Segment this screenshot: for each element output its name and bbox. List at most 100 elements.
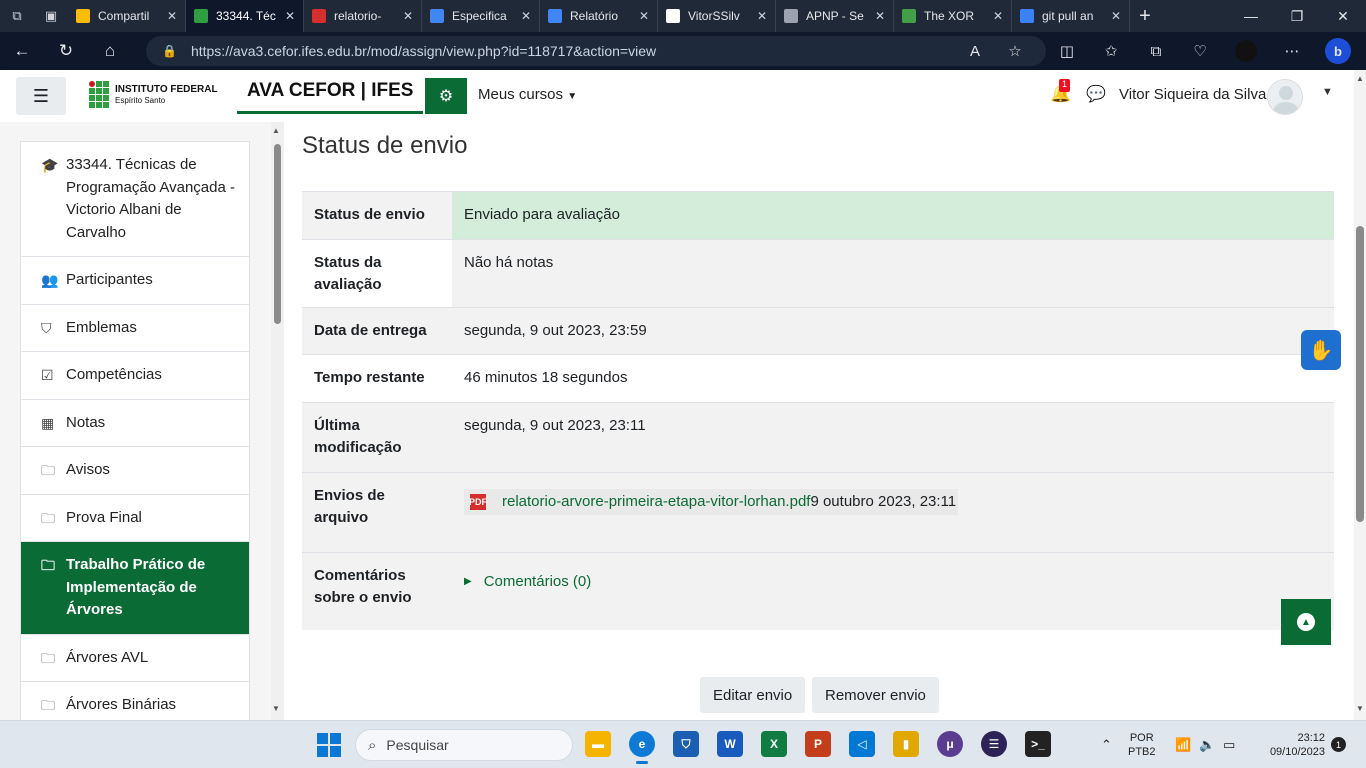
institution-logo[interactable]: INSTITUTO FEDERAL Espírito Santo (89, 81, 218, 108)
minimize-icon[interactable]: — (1228, 0, 1274, 32)
tab-close-icon[interactable]: ✕ (875, 9, 885, 23)
mu-editor-icon[interactable]: μ (937, 731, 963, 757)
tab-close-icon[interactable]: ✕ (285, 9, 295, 23)
browser-tab[interactable]: Relatório ✕ (540, 0, 658, 32)
language-indicator[interactable]: POR PTB2 (1128, 731, 1156, 759)
refresh-icon[interactable]: ↻ (44, 32, 88, 70)
performance-icon[interactable]: ♡ (1180, 32, 1220, 70)
user-menu-caret-icon[interactable]: ▼ (1322, 86, 1333, 98)
tab-close-icon[interactable]: ✕ (403, 9, 413, 23)
accessibility-sign-language-icon[interactable]: ✋ (1301, 330, 1341, 370)
back-to-top-button[interactable]: ▲ (1281, 599, 1331, 645)
volume-icon[interactable]: 🔈 (1199, 737, 1215, 753)
defender-shield-icon[interactable]: ⛉ (673, 731, 699, 757)
graduation-cap-icon: 🎓 (41, 157, 59, 173)
vscode-icon[interactable]: ◁ (849, 731, 875, 757)
pdf-file-icon: PDF (469, 493, 487, 510)
browser-tab[interactable]: VitorSSilv ✕ (658, 0, 776, 32)
close-window-icon[interactable]: ✕ (1320, 0, 1366, 32)
remove-submission-button[interactable]: Remover envio (812, 677, 939, 713)
file-download-link[interactable]: relatorio-arvore-primeira-etapa-vitor-lo… (502, 491, 810, 514)
sidebar-item[interactable]: 🗀 Árvores Binárias (21, 682, 249, 720)
shield-icon: ⛉ (41, 319, 52, 336)
sidebar-item[interactable]: ▦ Notas (21, 400, 249, 447)
messages-icon[interactable]: 💬 (1086, 84, 1106, 104)
powerbi-icon[interactable]: ▮ (893, 731, 919, 757)
windows-start-icon[interactable] (317, 733, 341, 757)
more-menu-icon[interactable]: ⋯ (1272, 32, 1312, 70)
split-screen-icon[interactable]: ◫ (1047, 32, 1087, 70)
clock[interactable]: 23:12 09/10/2023 (1255, 731, 1325, 759)
tab-close-icon[interactable]: ✕ (993, 9, 1003, 23)
tab-close-icon[interactable]: ✕ (1111, 9, 1121, 23)
arrow-up-icon: ▲ (1297, 613, 1315, 631)
drawer-toggle-button[interactable]: ☰ (16, 77, 66, 115)
avatar[interactable] (1267, 79, 1303, 115)
comments-cell: ▶ Comentários (0) (452, 552, 1334, 630)
browser-tab[interactable]: The XOR ✕ (894, 0, 1012, 32)
sidebar-item[interactable]: 👥 Participantes (21, 257, 249, 305)
powerpoint-icon[interactable]: P (805, 731, 831, 757)
favorite-star-icon[interactable]: ☆ (995, 32, 1035, 70)
sidebar-item-label: Participantes (66, 271, 153, 288)
edge-browser-icon[interactable]: e (629, 731, 655, 764)
browser-tab[interactable]: Compartil ✕ (68, 0, 186, 32)
wifi-icon[interactable]: 📶 (1175, 737, 1191, 753)
tab-favicon-icon (194, 9, 208, 23)
battery-icon[interactable]: ▭ (1223, 737, 1235, 753)
user-name[interactable]: Vitor Siqueira da Silva (1119, 86, 1266, 103)
row-label: Status de envio (314, 206, 425, 223)
file-explorer-icon[interactable]: ▬ (585, 731, 611, 757)
sidebar-item[interactable]: 🎓 33344. Técnicas de Programação Avançada… (21, 142, 249, 257)
bing-copilot-icon[interactable]: b (1318, 32, 1358, 70)
sidebar-item[interactable]: 🗀 Avisos (21, 447, 249, 495)
browser-tab[interactable]: APNP - Se ✕ (776, 0, 894, 32)
workspaces-icon[interactable]: ⧉ (0, 0, 34, 32)
table-row: Última modificação segunda, 9 out 2023, … (302, 402, 1334, 472)
due-date-value: segunda, 9 out 2023, 23:59 (464, 321, 647, 339)
edit-submission-button[interactable]: Editar envio (700, 677, 806, 713)
drawer-scrollbar[interactable]: ▲ ▼ (271, 122, 284, 720)
sidebar-item[interactable]: 🗀 Árvores AVL (21, 635, 249, 682)
page-scrollbar[interactable]: ▲ ▼ (1354, 70, 1366, 720)
terminal-icon[interactable]: >_ (1025, 731, 1051, 757)
browser-tab[interactable]: git pull an ✕ (1012, 0, 1130, 32)
sidebar-item[interactable]: ☑ Competências (21, 352, 249, 400)
favorites-icon[interactable]: ✩ (1091, 32, 1131, 70)
tab-close-icon[interactable]: ✕ (639, 9, 649, 23)
tab-close-icon[interactable]: ✕ (167, 9, 177, 23)
notification-center-badge[interactable]: 1 (1331, 737, 1346, 752)
show-hidden-icons-chevron-icon[interactable]: ⌃ (1101, 737, 1112, 753)
my-courses-dropdown[interactable]: Meus cursos ▼ (478, 86, 577, 103)
new-tab-button[interactable]: + (1130, 5, 1160, 28)
browser-tab[interactable]: Especifica ✕ (422, 0, 540, 32)
tab-close-icon[interactable]: ✕ (521, 9, 531, 23)
back-icon[interactable]: ← (0, 32, 44, 70)
browser-tab[interactable]: 33344. Téc ✕ (186, 0, 304, 32)
profile-icon[interactable] (1226, 32, 1266, 70)
home-icon[interactable]: ⌂ (88, 32, 132, 70)
taskbar-search-input[interactable]: ⌕ Pesquisar (355, 729, 573, 761)
lock-icon: 🔒 (162, 44, 177, 58)
url-field[interactable]: 🔒 https://ava3.cefor.ifes.edu.br/mod/ass… (146, 36, 1046, 66)
browser-tab[interactable]: relatorio- ✕ (304, 0, 422, 32)
read-aloud-icon[interactable]: A (955, 32, 995, 70)
page-title: Status de envio (302, 132, 468, 159)
eclipse-icon[interactable]: ☰ (981, 731, 1007, 757)
tab-actions-icon[interactable]: ▣ (34, 0, 68, 32)
site-name-link[interactable]: AVA CEFOR | IFES (237, 70, 424, 114)
word-icon[interactable]: W (717, 731, 743, 757)
excel-icon[interactable]: X (761, 731, 787, 757)
restore-icon[interactable]: ❐ (1274, 0, 1320, 32)
settings-cog-button[interactable]: ⚙ (425, 78, 467, 114)
sidebar-item[interactable]: 🗀 Trabalho Prático de Implementação de Ár… (21, 542, 249, 635)
collections-icon[interactable]: ⧉ (1136, 32, 1176, 70)
folder-icon: 🗀 (41, 557, 55, 573)
sidebar-item[interactable]: ⛉ Emblemas (21, 305, 249, 352)
table-icon: ▦ (41, 414, 55, 431)
comments-toggle-link[interactable]: ▶ Comentários (0) (464, 571, 1322, 594)
sidebar-item[interactable]: 🗀 Prova Final (21, 495, 249, 542)
sidebar-item-label: Árvores Binárias (66, 696, 177, 713)
tab-close-icon[interactable]: ✕ (757, 9, 767, 23)
notifications-bell-icon[interactable]: 🔔 1 (1050, 79, 1071, 104)
